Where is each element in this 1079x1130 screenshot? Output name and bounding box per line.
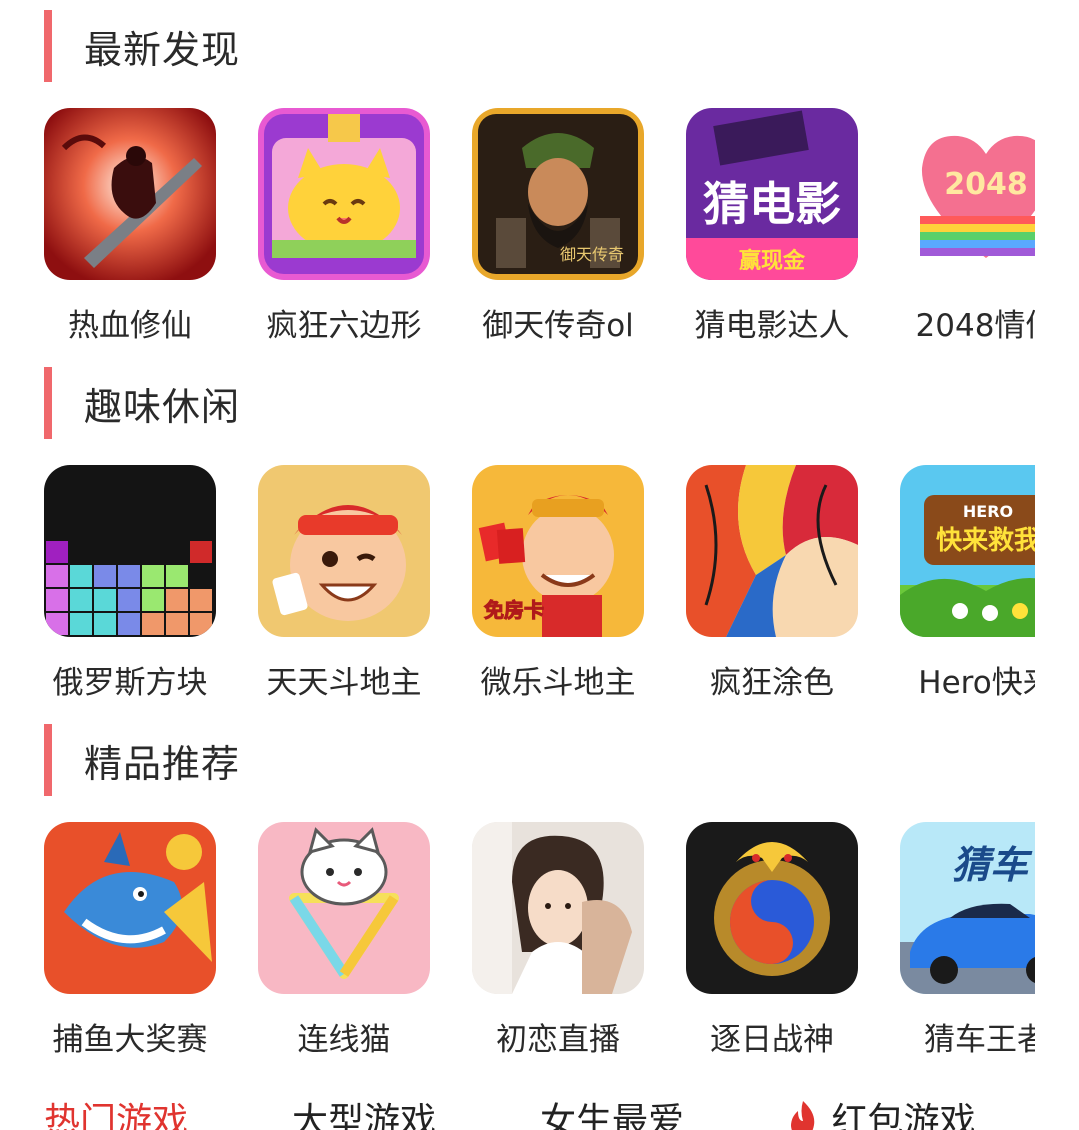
app-label: 初恋直播 — [496, 1022, 620, 1058]
hero-rescue-game-icon[interactable]: HERO 快来救我 — [900, 465, 1035, 637]
app-item[interactable]: 连线猫 — [258, 822, 430, 1059]
app-item[interactable]: 疯狂涂色 — [686, 465, 858, 702]
god-of-wealth-game-icon[interactable]: 免房卡 — [472, 465, 644, 637]
svg-text:免房卡: 免房卡 — [484, 598, 544, 622]
section-header: 精品推荐 — [44, 724, 240, 796]
app-label: 捕鱼大奖赛 — [52, 1022, 208, 1058]
app-label: Hero快来 — [918, 665, 1035, 701]
svg-text:快来救我: 快来救我 — [936, 526, 1035, 556]
category-tabs: 热门游戏 大型游戏 女生最爱 红包游戏 — [0, 1092, 1079, 1130]
car-quiz-game-icon[interactable]: 猜车 — [900, 822, 1035, 994]
app-item[interactable]: HERO 快来救我 Hero快来 — [900, 465, 1035, 702]
heart-2048-game-icon[interactable]: 2048 — [900, 108, 1035, 280]
app-label: 猜电影达人 — [694, 308, 850, 344]
app-item[interactable]: 免房卡 微乐斗地主 — [472, 465, 644, 702]
svg-text:猜车: 猜车 — [952, 843, 1033, 887]
svg-text:御天传奇: 御天传奇 — [560, 245, 624, 264]
app-row: 俄罗斯方块 天天斗地主 免房卡 微乐斗地主 疯狂涂色 HERO 快来救我 Her… — [44, 465, 1035, 715]
app-item[interactable]: 俄罗斯方块 — [44, 465, 216, 702]
movie-quiz-game-icon[interactable]: 猜电影 赢现金 — [686, 108, 858, 280]
app-row: 热血修仙 疯狂六边形 御天传奇 御天传奇ol 猜电影 赢现金 猜电影达人 204… — [44, 108, 1035, 358]
fire-icon — [786, 1099, 820, 1130]
section-accent-bar — [44, 367, 52, 439]
section-header: 最新发现 — [44, 10, 240, 82]
tab-hot-games[interactable]: 热门游戏 — [44, 1092, 188, 1130]
app-item[interactable]: 捕鱼大奖赛 — [44, 822, 216, 1059]
svg-text:猜电影: 猜电影 — [703, 177, 841, 231]
app-item[interactable]: 猜电影 赢现金 猜电影达人 — [686, 108, 858, 345]
app-item[interactable]: 御天传奇 御天传奇ol — [472, 108, 644, 345]
app-label: 御天传奇ol — [482, 308, 634, 344]
svg-text:HERO: HERO — [963, 502, 1013, 521]
svg-text:赢现金: 赢现金 — [739, 248, 806, 274]
section-title: 趣味休闲 — [84, 384, 241, 429]
app-label: 天天斗地主 — [266, 665, 422, 701]
cat-chest-game-icon[interactable] — [258, 108, 430, 280]
section-accent-bar — [44, 724, 52, 796]
golden-dragon-game-icon[interactable] — [686, 822, 858, 994]
tab-label: 大型游戏 — [292, 1101, 437, 1130]
block-puzzle-game-icon[interactable] — [44, 465, 216, 637]
app-item[interactable]: 猜车 猜车王者 — [900, 822, 1035, 1059]
tab-red-packet-games[interactable]: 红包游戏 — [786, 1092, 975, 1130]
tab-label: 女生最爱 — [540, 1101, 685, 1130]
app-label: 2048情侣 — [915, 308, 1035, 344]
app-label: 热血修仙 — [68, 308, 192, 344]
app-label: 猜车王者 — [924, 1022, 1035, 1058]
swordsman-game-icon[interactable] — [44, 108, 216, 280]
app-item[interactable]: 天天斗地主 — [258, 465, 430, 702]
app-item[interactable]: 热血修仙 — [44, 108, 216, 345]
section-accent-bar — [44, 10, 52, 82]
line-cat-game-icon[interactable] — [258, 822, 430, 994]
app-label: 俄罗斯方块 — [52, 665, 208, 701]
tab-girls-favorite[interactable]: 女生最爱 — [540, 1092, 684, 1130]
app-label: 微乐斗地主 — [480, 665, 636, 701]
warrior-game-icon[interactable]: 御天传奇 — [472, 108, 644, 280]
tab-label: 红包游戏 — [831, 1101, 976, 1130]
shark-fishing-game-icon[interactable] — [44, 822, 216, 994]
svg-text:2048: 2048 — [944, 167, 1028, 202]
app-label: 逐日战神 — [710, 1022, 834, 1058]
app-row: 捕鱼大奖赛 连线猫 初恋直播 逐日战神 猜车 猜车王者 — [44, 822, 1035, 1072]
app-label: 疯狂六边形 — [266, 308, 422, 344]
tab-large-games[interactable]: 大型游戏 — [292, 1092, 436, 1130]
section-header: 趣味休闲 — [44, 367, 240, 439]
app-item[interactable]: 初恋直播 — [472, 822, 644, 1059]
live-stream-app-icon[interactable] — [472, 822, 644, 994]
landlord-card-game-icon[interactable] — [258, 465, 430, 637]
section-title: 最新发现 — [84, 27, 241, 72]
app-item[interactable]: 疯狂六边形 — [258, 108, 430, 345]
tab-label: 热门游戏 — [44, 1101, 189, 1130]
app-item[interactable]: 2048 2048情侣 — [900, 108, 1035, 345]
app-item[interactable]: 逐日战神 — [686, 822, 858, 1059]
section-title: 精品推荐 — [84, 741, 241, 786]
coloring-art-game-icon[interactable] — [686, 465, 858, 637]
app-label: 疯狂涂色 — [710, 665, 834, 701]
app-label: 连线猫 — [297, 1022, 391, 1058]
